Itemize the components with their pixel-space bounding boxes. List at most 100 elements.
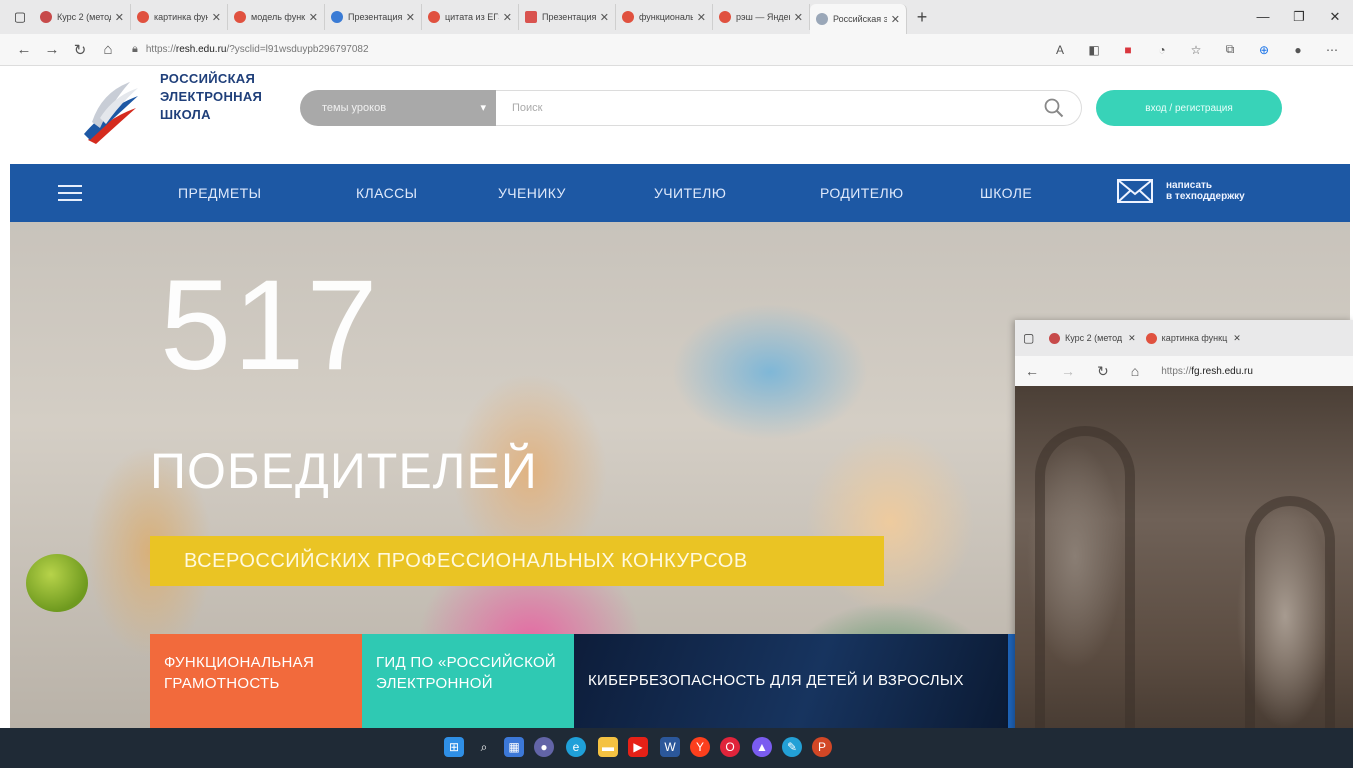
opera-icon[interactable]: O bbox=[720, 737, 740, 757]
reload-icon[interactable]: ↻ bbox=[1097, 363, 1109, 380]
support-line: в техподдержку bbox=[1166, 191, 1245, 202]
forward-icon[interactable]: → bbox=[1061, 363, 1075, 379]
url-field[interactable]: 🔒︎ https://resh.edu.ru/?ysclid=l91wsduyp… bbox=[132, 38, 652, 62]
file-explorer-icon[interactable]: ▬ bbox=[598, 737, 618, 757]
search-icon[interactable]: ⌕ bbox=[474, 737, 494, 757]
tab-close-icon[interactable]: ✕ bbox=[406, 11, 415, 24]
tab-close-icon[interactable]: ✕ bbox=[309, 11, 318, 24]
tab-actions-icon[interactable]: ▢ bbox=[1023, 331, 1039, 345]
window-controls: — ❐ ✕ bbox=[1245, 9, 1353, 25]
support-link[interactable]: написать в техподдержку bbox=[1116, 176, 1245, 206]
browser-tab[interactable]: Презентация ✕ bbox=[325, 4, 422, 30]
lock-icon: 🔒︎ bbox=[132, 43, 138, 55]
logo-line: ЭЛЕКТРОННАЯ bbox=[160, 89, 263, 104]
browser-tab[interactable]: Презентация ✕ bbox=[519, 4, 616, 30]
teams-chat-icon[interactable]: ● bbox=[534, 737, 554, 757]
browser-tab[interactable]: Курс 2 (метод ✕ bbox=[34, 4, 131, 30]
back-icon[interactable]: ← bbox=[1025, 363, 1039, 379]
forward-icon[interactable]: → bbox=[38, 41, 66, 58]
widgets-icon[interactable]: ▦ bbox=[504, 737, 524, 757]
tab-close-icon[interactable]: ✕ bbox=[697, 11, 706, 24]
tab-title: картинка функц bbox=[154, 12, 208, 22]
themes-dropdown[interactable]: темы уроков ▾ bbox=[300, 90, 496, 126]
browser-tab[interactable]: картинка функц ✕ bbox=[131, 4, 228, 30]
tab-close-icon[interactable]: ✕ bbox=[115, 11, 124, 24]
browser-tab-active[interactable]: Российская эл ✕ bbox=[810, 4, 907, 34]
minimize-icon[interactable]: — bbox=[1245, 9, 1281, 25]
close-window-icon[interactable]: ✕ bbox=[1317, 9, 1353, 25]
windows-taskbar: ⊞ ⌕ ▦ ● e ▬ ▶ W Y O ▲ ✎ P bbox=[0, 728, 1353, 768]
search-icon[interactable] bbox=[1043, 97, 1065, 119]
home-icon[interactable]: ⌂ bbox=[94, 41, 122, 58]
site-logo[interactable]: РОССИЙСКАЯ ЭЛЕКТРОННАЯ ШКОЛА bbox=[78, 68, 298, 152]
browser-tab[interactable]: картинка функц ✕ bbox=[1145, 332, 1241, 344]
search-placeholder: Поиск bbox=[512, 102, 543, 114]
browser-tab[interactable]: цитата из ЕГЭ ✕ bbox=[422, 4, 519, 30]
url-host: resh.edu.ru bbox=[175, 44, 227, 55]
browser-tab[interactable]: рэш — Яндекс ✕ bbox=[713, 4, 810, 30]
second-browser-window[interactable]: ▢ Курс 2 (метод ✕ картинка функц ✕ ← → ↻ ⌂… bbox=[1015, 320, 1353, 768]
tab-close-icon[interactable]: ✕ bbox=[891, 13, 900, 26]
extension-icon[interactable]: ■ bbox=[1117, 39, 1139, 61]
edge-icon[interactable]: e bbox=[566, 737, 586, 757]
nav-item-classes[interactable]: КЛАССЫ bbox=[356, 185, 417, 201]
tile-guide[interactable]: ГИД ПО «РОССИЙСКОЙ ЭЛЕКТРОННОЙ bbox=[362, 634, 574, 728]
more-menu-icon[interactable]: ⋯ bbox=[1321, 39, 1343, 61]
extension-icon[interactable]: ◔ bbox=[1151, 39, 1173, 61]
tab-close-icon[interactable]: ✕ bbox=[1233, 333, 1241, 344]
tab-close-icon[interactable]: ✕ bbox=[794, 11, 803, 24]
profile-icon[interactable]: ● bbox=[1287, 39, 1309, 61]
url-path: /?ysclid=l91wsduypb296797082 bbox=[226, 44, 369, 55]
nav-item-teacher[interactable]: УЧИТЕЛЮ bbox=[654, 185, 726, 201]
tab-title: Курс 2 (метод bbox=[57, 12, 111, 22]
restore-icon[interactable]: ❐ bbox=[1281, 9, 1317, 25]
reader-icon[interactable]: ◧ bbox=[1083, 39, 1105, 61]
logo-text: РОССИЙСКАЯ ЭЛЕКТРОННАЯ ШКОЛА bbox=[160, 70, 262, 124]
main-navigation: ПРЕДМЕТЫ КЛАССЫ УЧЕНИКУ УЧИТЕЛЮ РОДИТЕЛЮ… bbox=[10, 164, 1350, 222]
tab-close-icon[interactable]: ✕ bbox=[503, 11, 512, 24]
login-register-button[interactable]: вход / регистрация bbox=[1096, 90, 1282, 126]
youtube-icon[interactable]: ▶ bbox=[628, 737, 648, 757]
reload-icon[interactable]: ↻ bbox=[66, 41, 94, 59]
app-icon[interactable]: ▲ bbox=[752, 737, 772, 757]
tab-close-icon[interactable]: ✕ bbox=[212, 11, 221, 24]
read-aloud-icon[interactable]: A bbox=[1049, 39, 1071, 61]
nav-item-school[interactable]: ШКОЛЕ bbox=[980, 185, 1032, 201]
tab-title: Презентация bbox=[348, 12, 402, 22]
url-field[interactable]: https://fg.resh.edu.ru bbox=[1161, 366, 1253, 377]
tab-actions-icon[interactable]: ▢ bbox=[6, 4, 34, 30]
nav-item-subjects[interactable]: ПРЕДМЕТЫ bbox=[178, 185, 261, 201]
tab-title: картинка функц bbox=[1161, 333, 1228, 343]
tab-title: Презентация bbox=[542, 12, 596, 22]
favorites-icon[interactable]: ☆ bbox=[1185, 39, 1207, 61]
powerpoint-icon[interactable]: P bbox=[812, 737, 832, 757]
nav-item-student[interactable]: УЧЕНИКУ bbox=[498, 185, 566, 201]
browser-tab[interactable]: функциональн ✕ bbox=[616, 4, 713, 30]
tab-title: Курс 2 (метод bbox=[1065, 333, 1123, 343]
hamburger-menu-icon[interactable] bbox=[58, 164, 118, 222]
browser-tab-bar: ▢ Курс 2 (метод ✕ картинка функц ✕ модель … bbox=[0, 0, 1353, 34]
word-icon[interactable]: W bbox=[660, 737, 680, 757]
tab-close-icon[interactable]: ✕ bbox=[1128, 333, 1136, 344]
url-prefix: https:// bbox=[1161, 365, 1192, 377]
collections-icon[interactable]: ⧉ bbox=[1219, 39, 1241, 61]
paint-icon[interactable]: ✎ bbox=[782, 737, 802, 757]
tile-functional-literacy[interactable]: ФУНКЦИОНАЛЬНАЯ ГРАМОТНОСТЬ bbox=[150, 634, 362, 728]
browser-tab[interactable]: модель функц ✕ bbox=[228, 4, 325, 30]
hero-subtitle-band: ВСЕРОССИЙСКИХ ПРОФЕССИОНАЛЬНЫХ КОНКУРСОВ bbox=[150, 536, 884, 586]
new-tab-icon[interactable]: + bbox=[907, 7, 937, 28]
windows-icon[interactable]: ⊞ bbox=[444, 737, 464, 757]
nav-item-parent[interactable]: РОДИТЕЛЮ bbox=[820, 185, 904, 201]
tab-title: рэш — Яндекс bbox=[736, 12, 790, 22]
back-icon[interactable]: ← bbox=[10, 41, 38, 58]
apple-image bbox=[26, 554, 88, 612]
tab-favicon-icon bbox=[622, 11, 634, 23]
home-icon[interactable]: ⌂ bbox=[1131, 363, 1139, 379]
browser-address-bar: ← → ↻ ⌂ 🔒︎ https://resh.edu.ru/?ysclid=l… bbox=[0, 34, 1353, 66]
search-input[interactable]: Поиск bbox=[496, 90, 1082, 126]
tab-close-icon[interactable]: ✕ bbox=[600, 11, 609, 24]
browser-tab[interactable]: Курс 2 (метод ✕ bbox=[1049, 332, 1136, 344]
yandex-icon[interactable]: Y bbox=[690, 737, 710, 757]
downloads-icon[interactable]: ⊕ bbox=[1253, 39, 1275, 61]
tile-cybersecurity[interactable]: КИБЕРБЕЗОПАСНОСТЬ ДЛЯ ДЕТЕЙ И ВЗРОСЛЫХ bbox=[574, 634, 1008, 728]
